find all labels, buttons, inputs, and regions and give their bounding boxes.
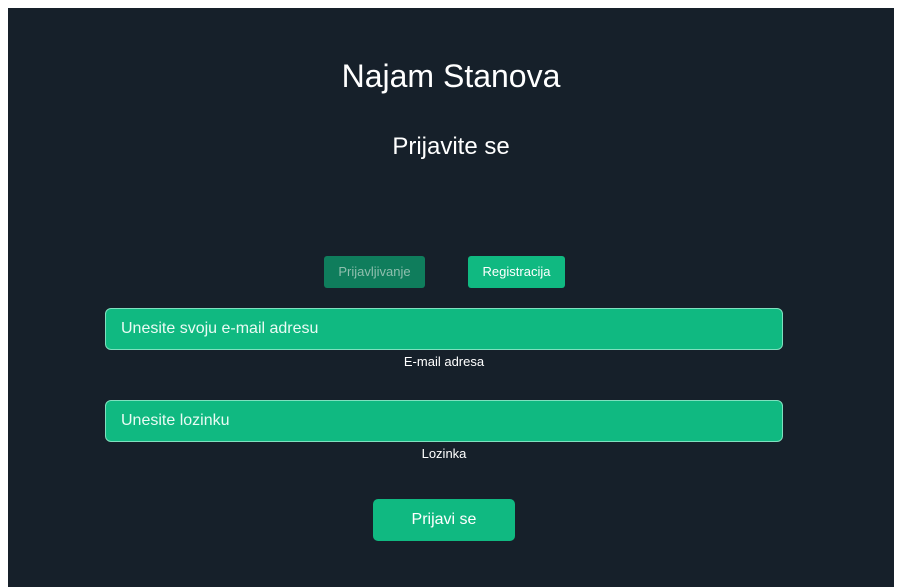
- login-mode-button[interactable]: Prijavljivanje: [324, 256, 425, 288]
- password-label: Lozinka: [421, 446, 467, 461]
- email-label: E-mail adresa: [403, 354, 485, 369]
- password-field[interactable]: [105, 400, 783, 442]
- register-mode-button[interactable]: Registracija: [468, 256, 565, 288]
- submit-login-button[interactable]: Prijavi se: [373, 499, 515, 541]
- app-title: Najam Stanova: [341, 58, 561, 94]
- page-subtitle: Prijavite se: [392, 133, 510, 160]
- email-field[interactable]: [105, 308, 783, 350]
- login-page: Najam Stanova Prijavite se Prijavljivanj…: [8, 8, 894, 587]
